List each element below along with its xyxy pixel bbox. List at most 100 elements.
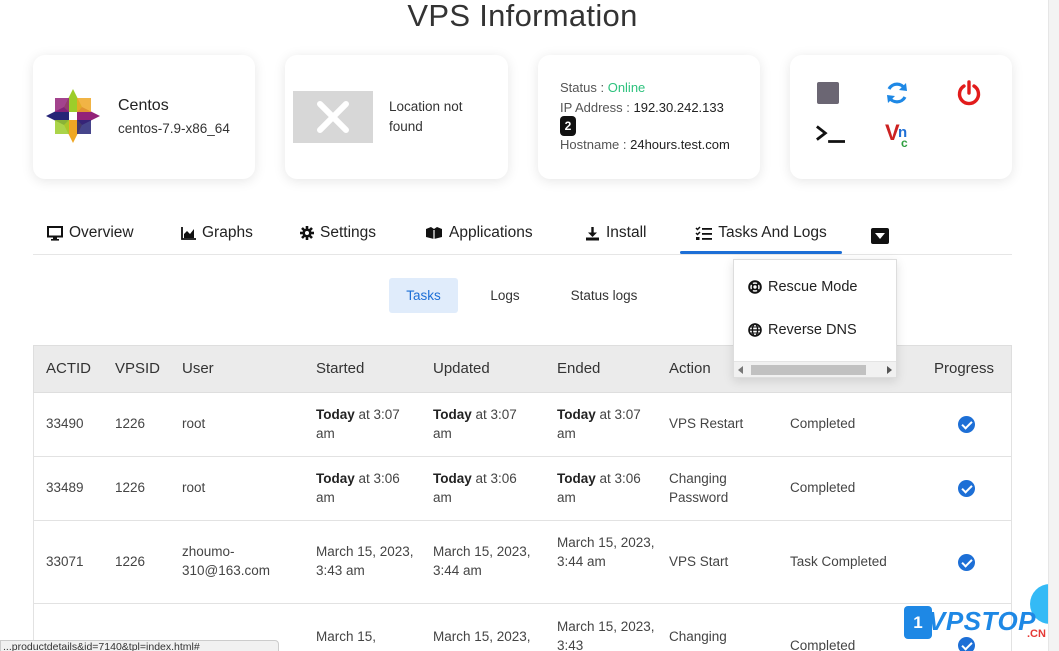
gear-icon bbox=[300, 226, 314, 240]
location-card: Location not found bbox=[285, 55, 508, 179]
cell-vpsid: 1226 bbox=[115, 480, 146, 495]
watermark-text: VPSTOP bbox=[928, 606, 1037, 636]
download-icon bbox=[586, 226, 599, 240]
cell-action: VPS Restart bbox=[669, 416, 744, 431]
power-button[interactable] bbox=[954, 78, 984, 108]
tab-applications[interactable]: Applications bbox=[425, 213, 533, 253]
subtab-status-logs[interactable]: Status logs bbox=[556, 278, 652, 313]
area-chart-icon bbox=[181, 226, 196, 240]
ip-count-badge[interactable]: 2 bbox=[560, 116, 576, 136]
cell-updated: March 15, 2023, 3:44 am bbox=[433, 544, 531, 578]
page-scrollbar[interactable] bbox=[1048, 0, 1059, 651]
console-button[interactable] bbox=[815, 119, 845, 149]
table-row: 33490 1226 root Today at 3:07 am Today a… bbox=[33, 393, 1012, 457]
cell-actid: 33071 bbox=[46, 554, 84, 569]
subtab-logs[interactable]: Logs bbox=[478, 278, 532, 313]
tasks-icon bbox=[695, 225, 713, 240]
menu-item-reverse-dns[interactable]: Reverse DNS bbox=[748, 322, 857, 338]
scroll-left-icon[interactable] bbox=[738, 366, 743, 374]
cell-user: zhoumo-310@163.com bbox=[182, 544, 271, 578]
column-header-action[interactable]: Action bbox=[669, 346, 711, 392]
cell-user: root bbox=[182, 480, 206, 495]
cell-ended: March 15, 2023, 3:43 bbox=[557, 619, 655, 651]
hostname-line: Hostname : 24hours.test.com bbox=[560, 137, 730, 152]
cell-actid: 33490 bbox=[46, 416, 84, 431]
tab-label: Overview bbox=[69, 224, 134, 241]
column-header-vpsid[interactable]: VPSID bbox=[115, 346, 160, 392]
tab-overview[interactable]: Overview bbox=[47, 213, 134, 253]
cell-ended: Today at 3:06 am bbox=[557, 471, 641, 505]
tab-graphs[interactable]: Graphs bbox=[181, 213, 253, 253]
hostname-value: 24hours.test.com bbox=[630, 137, 730, 152]
restart-icon bbox=[887, 82, 907, 104]
console-icon bbox=[816, 125, 845, 143]
main-tabs: Overview Graphs Settings Applications In… bbox=[33, 213, 1012, 255]
vnc-button[interactable]: V n c bbox=[885, 119, 915, 149]
scroll-right-icon[interactable] bbox=[887, 366, 892, 374]
tab-label: Install bbox=[606, 224, 647, 241]
active-tab-indicator bbox=[680, 251, 842, 254]
menu-item-label: Rescue Mode bbox=[768, 279, 858, 295]
column-header-actid[interactable]: ACTID bbox=[46, 346, 91, 392]
tab-label: Graphs bbox=[202, 224, 253, 241]
vnc-icon: V n c bbox=[885, 120, 908, 148]
actions-card: V n c bbox=[790, 55, 1012, 179]
cell-status: Completed bbox=[790, 638, 856, 651]
ip-value: 192.30.242.133 bbox=[633, 100, 724, 115]
subtab-tasks[interactable]: Tasks bbox=[389, 278, 458, 313]
os-version: centos-7.9-x86_64 bbox=[118, 121, 230, 136]
more-tabs-menu: Rescue Mode Reverse DNS bbox=[733, 259, 897, 378]
power-icon bbox=[957, 80, 981, 106]
check-circle-icon bbox=[958, 416, 975, 433]
tab-install[interactable]: Install bbox=[585, 213, 647, 253]
stop-icon bbox=[817, 82, 839, 104]
column-header-progress[interactable]: Progress bbox=[934, 346, 994, 392]
menu-item-label: Reverse DNS bbox=[768, 322, 857, 338]
cell-status: Completed bbox=[790, 480, 856, 495]
cell-started: March 15, bbox=[316, 629, 377, 644]
table-row: 33489 1226 root Today at 3:06 am Today a… bbox=[33, 457, 1012, 521]
close-icon bbox=[317, 101, 349, 133]
check-circle-icon bbox=[958, 554, 975, 571]
cell-started: Today at 3:07 am bbox=[316, 407, 400, 441]
status-line: Status : Online bbox=[560, 80, 645, 95]
tab-tasks-and-logs[interactable]: Tasks And Logs bbox=[680, 213, 842, 253]
monitor-icon bbox=[47, 225, 63, 241]
check-circle-icon bbox=[958, 480, 975, 497]
cell-action: Changing Password bbox=[669, 471, 729, 505]
menu-horizontal-scrollbar[interactable] bbox=[734, 361, 896, 377]
cell-updated: March 15, 2023, bbox=[433, 629, 531, 644]
location-text: Location not found bbox=[389, 99, 463, 134]
cell-vpsid: 1226 bbox=[115, 554, 146, 569]
life-ring-icon bbox=[748, 280, 762, 294]
status-label: Status : bbox=[560, 80, 605, 95]
column-header-updated[interactable]: Updated bbox=[433, 346, 490, 392]
boxes-icon bbox=[426, 227, 442, 239]
cell-ended: March 15, 2023, 3:44 am bbox=[557, 535, 655, 569]
task-subtabs: Tasks Logs Status logs bbox=[0, 278, 1059, 313]
tab-label: Settings bbox=[320, 224, 377, 241]
svg-text:c: c bbox=[901, 136, 908, 148]
cell-started: March 15, 2023, 3:43 am bbox=[316, 544, 414, 578]
broken-map-image bbox=[293, 91, 373, 143]
centos-logo-icon bbox=[46, 89, 100, 143]
table-row: 33071 1226 zhoumo-310@163.com March 15, … bbox=[33, 521, 1012, 604]
tab-label: Tasks And Logs bbox=[718, 224, 827, 241]
column-header-user[interactable]: User bbox=[182, 346, 214, 392]
more-tabs-dropdown-button[interactable] bbox=[871, 228, 889, 244]
browser-status-url: ...productdetails&id=7140&tpl=index.html… bbox=[0, 640, 279, 651]
ip-label: IP Address : bbox=[560, 100, 630, 115]
cell-action: VPS Start bbox=[669, 554, 729, 569]
stop-button[interactable] bbox=[813, 78, 843, 108]
restart-button[interactable] bbox=[882, 78, 912, 108]
column-header-started[interactable]: Started bbox=[316, 346, 364, 392]
status-card: Status : Online IP Address : 192.30.242.… bbox=[538, 55, 760, 179]
tab-settings[interactable]: Settings bbox=[300, 213, 376, 253]
cell-vpsid: 1226 bbox=[115, 416, 146, 431]
vpstop-watermark: 1 VPSTOP .CN bbox=[900, 584, 1059, 651]
column-header-ended[interactable]: Ended bbox=[557, 346, 600, 392]
cell-started: Today at 3:06 am bbox=[316, 471, 400, 505]
os-card: Centos centos-7.9-x86_64 bbox=[33, 55, 255, 179]
menu-item-rescue-mode[interactable]: Rescue Mode bbox=[748, 279, 857, 295]
scrollbar-thumb[interactable] bbox=[751, 365, 866, 375]
